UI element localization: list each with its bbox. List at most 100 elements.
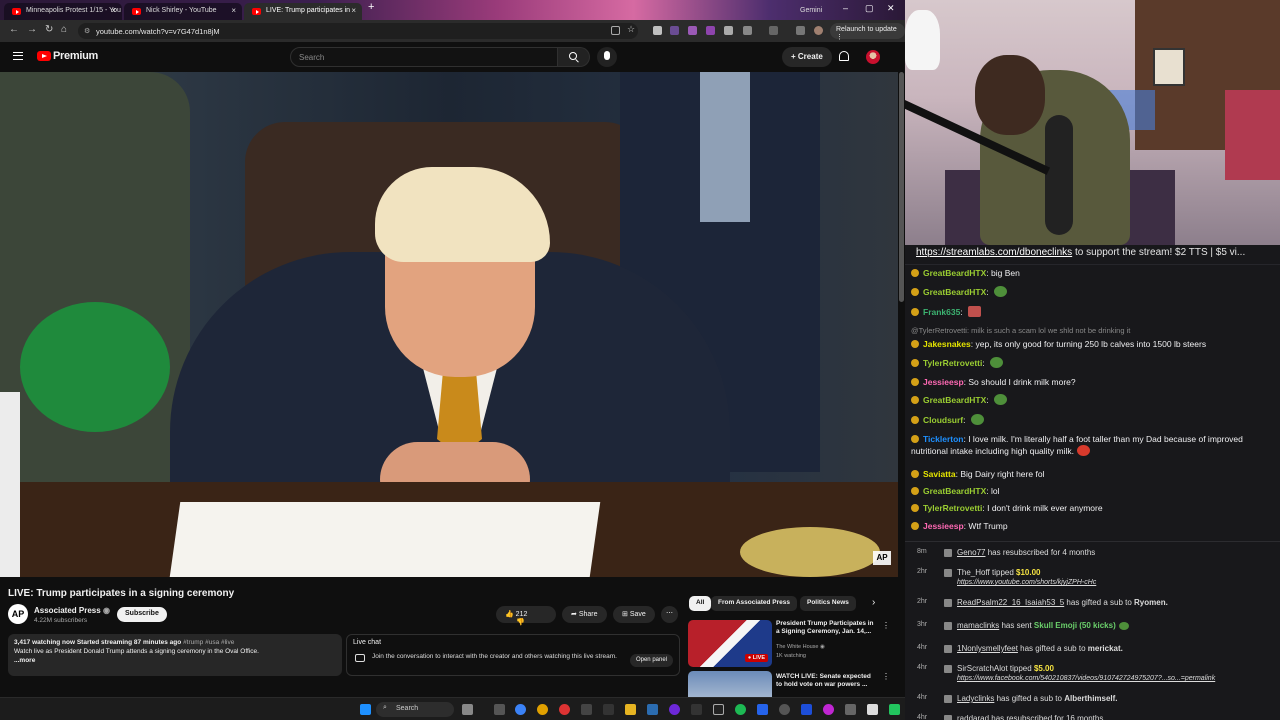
chat-username[interactable]: TylerRetrovetti bbox=[923, 358, 982, 368]
tab-live-trump[interactable]: LIVE: Trump participates in × bbox=[244, 3, 362, 20]
tab-gemini[interactable]: Gemini bbox=[770, 3, 830, 20]
search-button[interactable] bbox=[558, 47, 590, 67]
forward-icon[interactable]: → bbox=[27, 24, 37, 35]
save-button[interactable]: ⊞ Save bbox=[613, 606, 655, 623]
relaunch-button[interactable]: Relaunch to update ⋮ bbox=[830, 23, 905, 41]
share-button[interactable]: ➦ Share bbox=[562, 606, 607, 623]
back-icon[interactable]: ← bbox=[9, 24, 19, 35]
event-username[interactable]: Geno77 bbox=[957, 548, 985, 557]
extension-icon[interactable] bbox=[724, 26, 733, 35]
description-box[interactable]: 3,417 watching now Started streaming 87 … bbox=[8, 634, 342, 676]
minimize-icon[interactable]: – bbox=[843, 3, 848, 13]
widgets-icon[interactable] bbox=[494, 704, 505, 715]
chat-username[interactable]: Frank635 bbox=[923, 307, 960, 317]
app-icon[interactable] bbox=[691, 704, 702, 715]
edge-icon[interactable] bbox=[515, 704, 526, 715]
app-icon[interactable] bbox=[669, 704, 680, 715]
chat-username[interactable]: GreatBeardHTX bbox=[923, 486, 986, 496]
app-icon[interactable] bbox=[581, 704, 592, 715]
recommendation-item[interactable]: WATCH LIVE: Senate expected to hold vote… bbox=[688, 671, 898, 697]
app-icon[interactable] bbox=[779, 704, 790, 715]
spotify-icon[interactable] bbox=[735, 704, 746, 715]
create-button[interactable]: + Create bbox=[782, 47, 832, 67]
event-username[interactable]: raddarad bbox=[957, 714, 989, 720]
chat-username[interactable]: Jakesnakes bbox=[923, 339, 971, 349]
event-username[interactable]: 1Nonlysmellyfeet bbox=[957, 644, 1018, 653]
page-scrollbar[interactable] bbox=[898, 72, 905, 697]
chat-username[interactable]: Saviatta bbox=[923, 469, 956, 479]
start-icon[interactable] bbox=[360, 704, 371, 715]
tab-minneapolis[interactable]: Minneapolis Protest 1/15 - You × bbox=[4, 3, 122, 20]
extension-icon[interactable] bbox=[653, 26, 662, 35]
puzzle-icon[interactable] bbox=[743, 26, 752, 35]
app-icon[interactable] bbox=[845, 704, 856, 715]
youtube-premium-logo[interactable]: Premium bbox=[53, 50, 98, 62]
extension-icon[interactable] bbox=[670, 26, 679, 35]
cast-icon[interactable] bbox=[611, 26, 620, 35]
channel-name[interactable]: Associated Press ◉ bbox=[34, 606, 110, 615]
taskbar-search[interactable]: ⌕ Search bbox=[376, 702, 454, 717]
account-avatar[interactable] bbox=[866, 50, 880, 64]
like-button[interactable]: 👍 212👎 bbox=[496, 606, 556, 626]
search-input[interactable]: Search bbox=[290, 47, 558, 67]
gift-recipient[interactable]: Alberthimself. bbox=[1064, 694, 1117, 703]
url-field[interactable]: ⚙ youtube.com/watch?v=v7G47d1n8jM bbox=[78, 23, 638, 39]
event-username[interactable]: mamaclinks bbox=[957, 621, 999, 630]
chat-username[interactable]: Jessieesp bbox=[923, 521, 964, 531]
chrome-icon[interactable] bbox=[537, 704, 548, 715]
file-explorer-icon[interactable] bbox=[625, 704, 636, 715]
split-view-icon[interactable] bbox=[769, 26, 778, 35]
app-icon[interactable] bbox=[647, 704, 658, 715]
task-view-icon[interactable] bbox=[462, 704, 473, 715]
subscribe-button[interactable]: Subscribe bbox=[117, 607, 167, 622]
chip-all[interactable]: All bbox=[689, 596, 712, 611]
tip-link[interactable]: https://www.youtube.com/shorts/kjyjZPH-c… bbox=[957, 579, 1096, 586]
reco-menu-icon[interactable]: ⋮ bbox=[882, 672, 890, 681]
reco-menu-icon[interactable]: ⋮ bbox=[882, 621, 890, 630]
video-player[interactable]: AP bbox=[0, 72, 898, 577]
extension-icon[interactable] bbox=[688, 26, 697, 35]
hamburger-menu-icon[interactable] bbox=[13, 52, 23, 60]
chips-next-icon[interactable]: › bbox=[872, 597, 875, 608]
notifications-bell-icon[interactable] bbox=[839, 51, 849, 61]
chat-username[interactable]: Ticklerton bbox=[923, 434, 963, 444]
tip-link[interactable]: https://www.facebook.com/540210837/video… bbox=[957, 675, 1215, 682]
desc-more-link[interactable]: ...more bbox=[14, 656, 336, 665]
window-close-icon[interactable]: ✕ bbox=[887, 3, 895, 14]
chat-username[interactable]: GreatBeardHTX bbox=[923, 287, 986, 297]
app-icon[interactable] bbox=[801, 704, 812, 715]
chat-username[interactable]: Cloudsurf bbox=[923, 415, 963, 425]
app-icon[interactable] bbox=[713, 704, 724, 715]
app-icon[interactable] bbox=[823, 704, 834, 715]
chip-politics-news[interactable]: Politics News bbox=[800, 596, 856, 611]
reload-icon[interactable]: ↻ bbox=[45, 24, 53, 35]
chat-username[interactable]: Jessieesp bbox=[923, 377, 964, 387]
app-icon[interactable] bbox=[757, 704, 768, 715]
close-icon[interactable]: × bbox=[231, 6, 236, 15]
voice-search-icon[interactable] bbox=[597, 47, 617, 67]
event-username[interactable]: SirScratchAlot bbox=[957, 664, 1008, 673]
channel-avatar[interactable]: AP bbox=[8, 604, 28, 624]
banner-link[interactable]: https://streamlabs.com/dboneclinks bbox=[916, 247, 1072, 258]
gift-recipient[interactable]: Ryomen. bbox=[1134, 598, 1168, 607]
maximize-icon[interactable]: ▢ bbox=[865, 3, 874, 14]
recommendation-item[interactable]: ● LIVE President Trump Participates in a… bbox=[688, 620, 898, 668]
chat-username[interactable]: GreatBeardHTX bbox=[923, 395, 986, 405]
event-username[interactable]: ReadPsalm22_16_Isaiah53_5 bbox=[957, 598, 1064, 607]
close-icon[interactable]: × bbox=[111, 6, 116, 15]
chat-username[interactable]: TylerRetrovetti bbox=[923, 503, 982, 513]
open-panel-button[interactable]: Open panel bbox=[629, 654, 673, 667]
event-username[interactable]: Ladyclinks bbox=[957, 694, 994, 703]
tab-nick-shirley[interactable]: Nick Shirley - YouTube × bbox=[124, 3, 242, 20]
site-info-icon[interactable]: ⚙ bbox=[84, 27, 90, 35]
scrollbar-thumb[interactable] bbox=[899, 72, 904, 302]
chrome-icon[interactable] bbox=[559, 704, 570, 715]
profile-icon[interactable] bbox=[814, 26, 823, 35]
chat-username[interactable]: GreatBeardHTX bbox=[923, 268, 986, 278]
more-actions-icon[interactable]: ⋯ bbox=[661, 606, 678, 623]
downloads-icon[interactable] bbox=[796, 26, 805, 35]
desc-tags[interactable]: #trump #usa #live bbox=[183, 639, 234, 646]
app-icon[interactable] bbox=[867, 704, 878, 715]
close-icon[interactable]: × bbox=[351, 6, 356, 15]
bookmark-star-icon[interactable]: ☆ bbox=[627, 24, 635, 35]
